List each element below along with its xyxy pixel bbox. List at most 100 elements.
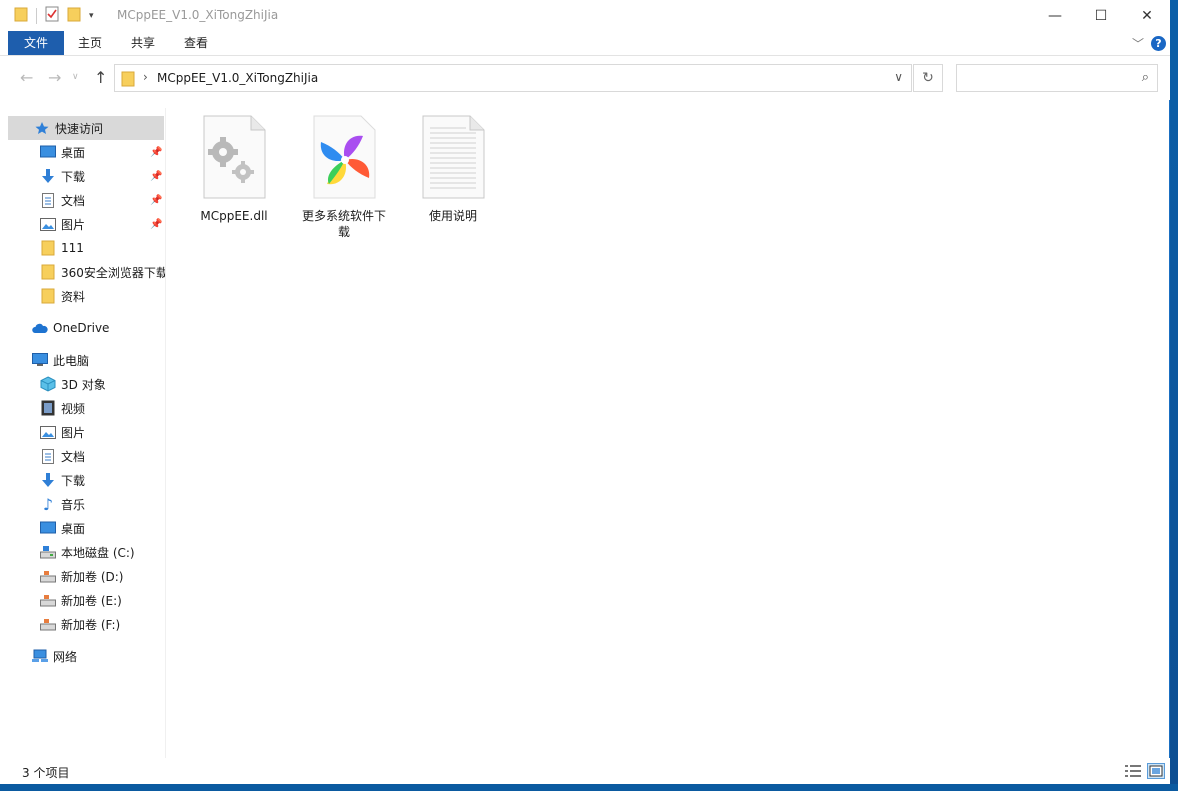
sidebar-item-label: 下载 bbox=[61, 473, 86, 488]
breadcrumb-chevron-icon[interactable]: › bbox=[143, 70, 148, 84]
sidebar-item-folder-111[interactable]: 111 bbox=[8, 236, 164, 260]
document-icon bbox=[40, 192, 56, 208]
divider bbox=[36, 7, 37, 24]
cloud-icon bbox=[32, 320, 48, 336]
sidebar-item-documents-pc[interactable]: 文档 bbox=[8, 444, 164, 468]
file-name: MCppEE.dll bbox=[200, 209, 268, 223]
window-border bbox=[0, 784, 1178, 791]
tab-share[interactable]: 共享 bbox=[119, 31, 167, 55]
navigation-pane: 快速访问 桌面 📌 下载 📌 文档 📌 图片 📌 111 360安全浏览器下载 … bbox=[8, 108, 166, 758]
sidebar-item-3d-objects[interactable]: 3D 对象 bbox=[8, 372, 164, 396]
sidebar-item-label: 本地磁盘 (C:) bbox=[61, 545, 135, 560]
help-icon[interactable]: ? bbox=[1151, 36, 1166, 51]
large-icons-view-icon[interactable] bbox=[1147, 763, 1165, 779]
star-icon bbox=[34, 120, 50, 136]
sidebar-item-label: 新加卷 (F:) bbox=[61, 617, 121, 632]
title-bar: ▾ MCppEE_V1.0_XiTongZhiJia — ☐ ✕ bbox=[0, 0, 1170, 31]
maximize-button[interactable]: ☐ bbox=[1078, 0, 1124, 31]
sidebar-item-label: 图片 bbox=[61, 217, 86, 232]
sidebar-item-label: 桌面 bbox=[61, 521, 86, 536]
file-name: 使用说明 bbox=[428, 209, 477, 223]
expand-ribbon-icon[interactable]: ﹀ bbox=[1132, 35, 1144, 52]
sidebar-item-drive-e[interactable]: 新加卷 (E:) bbox=[8, 588, 164, 612]
sidebar-item-label: OneDrive bbox=[53, 321, 110, 335]
sidebar-item-folder-360-downloads[interactable]: 360安全浏览器下载 bbox=[8, 260, 165, 284]
item-count: 3 个项目 bbox=[22, 766, 70, 780]
sidebar-item-label: 下载 bbox=[61, 169, 86, 184]
sidebar-item-drive-d[interactable]: 新加卷 (D:) bbox=[8, 564, 164, 588]
sidebar-item-drive-f[interactable]: 新加卷 (F:) bbox=[8, 612, 164, 636]
window-border bbox=[1170, 0, 1178, 791]
sidebar-item-network[interactable]: 网络 bbox=[8, 644, 164, 668]
sidebar-item-label: 文档 bbox=[61, 449, 86, 464]
customize-dropdown-icon[interactable]: ▾ bbox=[89, 11, 94, 21]
sidebar-item-quick-access[interactable]: 快速访问 bbox=[8, 116, 164, 140]
network-icon bbox=[32, 648, 48, 664]
pin-icon[interactable]: 📌 bbox=[150, 171, 162, 182]
sidebar-item-pictures-pc[interactable]: 图片 bbox=[8, 420, 164, 444]
minimize-button[interactable]: — bbox=[1032, 0, 1078, 31]
pin-icon[interactable]: 📌 bbox=[150, 195, 162, 206]
file-item-readme[interactable]: 使用说明 bbox=[408, 110, 498, 224]
search-icon: ⌕ bbox=[1141, 70, 1149, 85]
picture-icon bbox=[40, 216, 56, 232]
pinwheel-app-icon bbox=[309, 110, 379, 200]
new-folder-icon[interactable] bbox=[67, 6, 81, 25]
download-arrow-icon bbox=[40, 168, 56, 184]
sidebar-item-label: 新加卷 (E:) bbox=[61, 593, 122, 608]
folder-icon bbox=[121, 71, 135, 90]
pin-icon[interactable]: 📌 bbox=[150, 147, 162, 158]
sidebar-item-folder-materials[interactable]: 资料 bbox=[8, 284, 164, 308]
sidebar-item-onedrive[interactable]: OneDrive bbox=[8, 316, 164, 340]
up-arrow-icon[interactable]: ↑ bbox=[94, 68, 107, 87]
close-button[interactable]: ✕ bbox=[1124, 0, 1170, 31]
refresh-button[interactable]: ↻ bbox=[913, 64, 943, 92]
sidebar-item-downloads[interactable]: 下载 📌 bbox=[8, 164, 164, 188]
tab-view[interactable]: 查看 bbox=[172, 31, 220, 55]
address-dropdown-icon[interactable]: ∨ bbox=[894, 70, 903, 84]
folder-icon bbox=[40, 240, 56, 256]
file-name: 更多系统软件下载 bbox=[301, 209, 386, 239]
text-document-icon bbox=[418, 110, 488, 200]
sidebar-item-this-pc[interactable]: 此电脑 bbox=[8, 348, 164, 372]
desktop-icon bbox=[40, 520, 56, 536]
pin-icon[interactable]: 📌 bbox=[150, 219, 162, 230]
sidebar-item-desktop-pc[interactable]: 桌面 bbox=[8, 516, 164, 540]
sidebar-item-documents[interactable]: 文档 📌 bbox=[8, 188, 164, 212]
drive-icon bbox=[40, 616, 56, 632]
sidebar-item-label: 网络 bbox=[53, 649, 78, 664]
properties-icon[interactable] bbox=[45, 6, 59, 25]
sidebar-item-label: 新加卷 (D:) bbox=[61, 569, 124, 584]
quick-access-toolbar: ▾ bbox=[14, 6, 94, 25]
film-icon bbox=[40, 400, 56, 416]
sidebar-item-pictures[interactable]: 图片 📌 bbox=[8, 212, 164, 236]
forward-arrow-icon[interactable]: → bbox=[48, 68, 61, 87]
sidebar-item-label: 资料 bbox=[61, 289, 86, 304]
address-bar[interactable]: › MCppEE_V1.0_XiTongZhiJia ∨ bbox=[114, 64, 912, 92]
sidebar-item-label: 111 bbox=[61, 241, 84, 255]
file-item-more-software[interactable]: 更多系统软件下载 bbox=[299, 110, 389, 240]
sidebar-item-desktop[interactable]: 桌面 📌 bbox=[8, 140, 164, 164]
download-arrow-icon bbox=[40, 472, 56, 488]
sidebar-item-videos[interactable]: 视频 bbox=[8, 396, 164, 420]
search-input[interactable]: ⌕ bbox=[956, 64, 1158, 92]
sidebar-item-downloads-pc[interactable]: 下载 bbox=[8, 468, 164, 492]
sidebar-item-label: 桌面 bbox=[61, 145, 86, 160]
details-view-icon[interactable] bbox=[1124, 763, 1142, 779]
back-arrow-icon[interactable]: ← bbox=[20, 68, 33, 87]
tab-file[interactable]: 文件 bbox=[8, 31, 64, 55]
breadcrumb-current-folder[interactable]: MCppEE_V1.0_XiTongZhiJia bbox=[157, 71, 318, 85]
folder-icon bbox=[14, 6, 28, 25]
file-item-dll[interactable]: MCppEE.dll bbox=[189, 110, 279, 224]
sidebar-item-music[interactable]: ♪ 音乐 bbox=[8, 492, 164, 516]
sidebar-item-label: 文档 bbox=[61, 193, 86, 208]
sidebar-item-label: 此电脑 bbox=[53, 353, 90, 368]
sidebar-item-drive-c[interactable]: 本地磁盘 (C:) bbox=[8, 540, 164, 564]
explorer-window: ▾ MCppEE_V1.0_XiTongZhiJia — ☐ ✕ 文件 主页 共… bbox=[0, 0, 1170, 784]
tab-home[interactable]: 主页 bbox=[66, 31, 114, 55]
ribbon-tabs: 文件 主页 共享 查看 ﹀ ? bbox=[0, 31, 1170, 56]
system-drive-icon bbox=[40, 544, 56, 560]
file-list-view[interactable]: MCppEE.dll 更多系统软件下载 使用说明 bbox=[167, 100, 1169, 756]
folder-icon bbox=[40, 288, 56, 304]
recent-locations-chevron-icon[interactable]: ∨ bbox=[72, 72, 79, 82]
